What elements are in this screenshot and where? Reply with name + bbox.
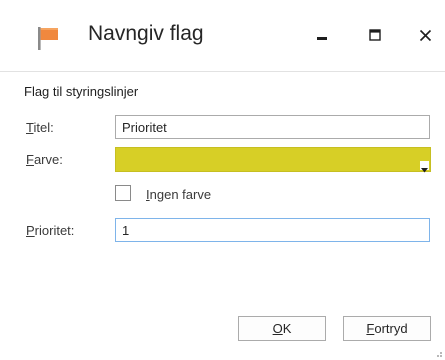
window-title: Navngiv flag [88, 22, 204, 45]
priority-field-label: Prioritet: [26, 223, 74, 238]
color-label-accesskey: F [26, 152, 34, 167]
section-label: Flag til styringslinjer [24, 84, 139, 99]
no-color-checkbox[interactable] [115, 185, 131, 201]
no-color-label[interactable]: Ingen farve [146, 187, 211, 202]
color-field-label: Farve: [26, 152, 63, 167]
dropdown-arrow [420, 161, 429, 173]
title-bar: Navngiv flag [0, 0, 445, 72]
maximize-icon [369, 29, 381, 41]
title-label-text: itel: [33, 120, 54, 135]
priority-label-text: rioritet: [34, 223, 75, 238]
maximize-button[interactable] [360, 20, 390, 50]
ok-button[interactable]: OK [238, 316, 326, 341]
color-label-text: arve: [33, 152, 63, 167]
priority-input[interactable] [115, 218, 430, 242]
chevron-down-icon [421, 168, 428, 173]
cancel-button[interactable]: Fortryd [343, 316, 431, 341]
close-button[interactable] [410, 20, 440, 50]
dialog-window: Navngiv flag Flag til styringslinjer Tit… [0, 0, 445, 360]
title-field-label: Titel: [26, 120, 54, 135]
resize-grip-icon[interactable] [433, 348, 443, 358]
color-dropdown[interactable] [115, 147, 431, 173]
title-input[interactable] [115, 115, 430, 139]
no-color-text: ngen farve [149, 187, 212, 202]
cancel-accesskey: F [366, 321, 375, 336]
minimize-icon [317, 37, 327, 40]
ok-accesskey: O [272, 321, 283, 336]
close-icon [419, 29, 431, 41]
priority-label-accesskey: P [26, 223, 35, 238]
ok-text: K [282, 321, 292, 336]
cancel-text: ortryd [374, 321, 408, 336]
minimize-button[interactable] [307, 20, 337, 50]
flag-icon [38, 27, 58, 50]
